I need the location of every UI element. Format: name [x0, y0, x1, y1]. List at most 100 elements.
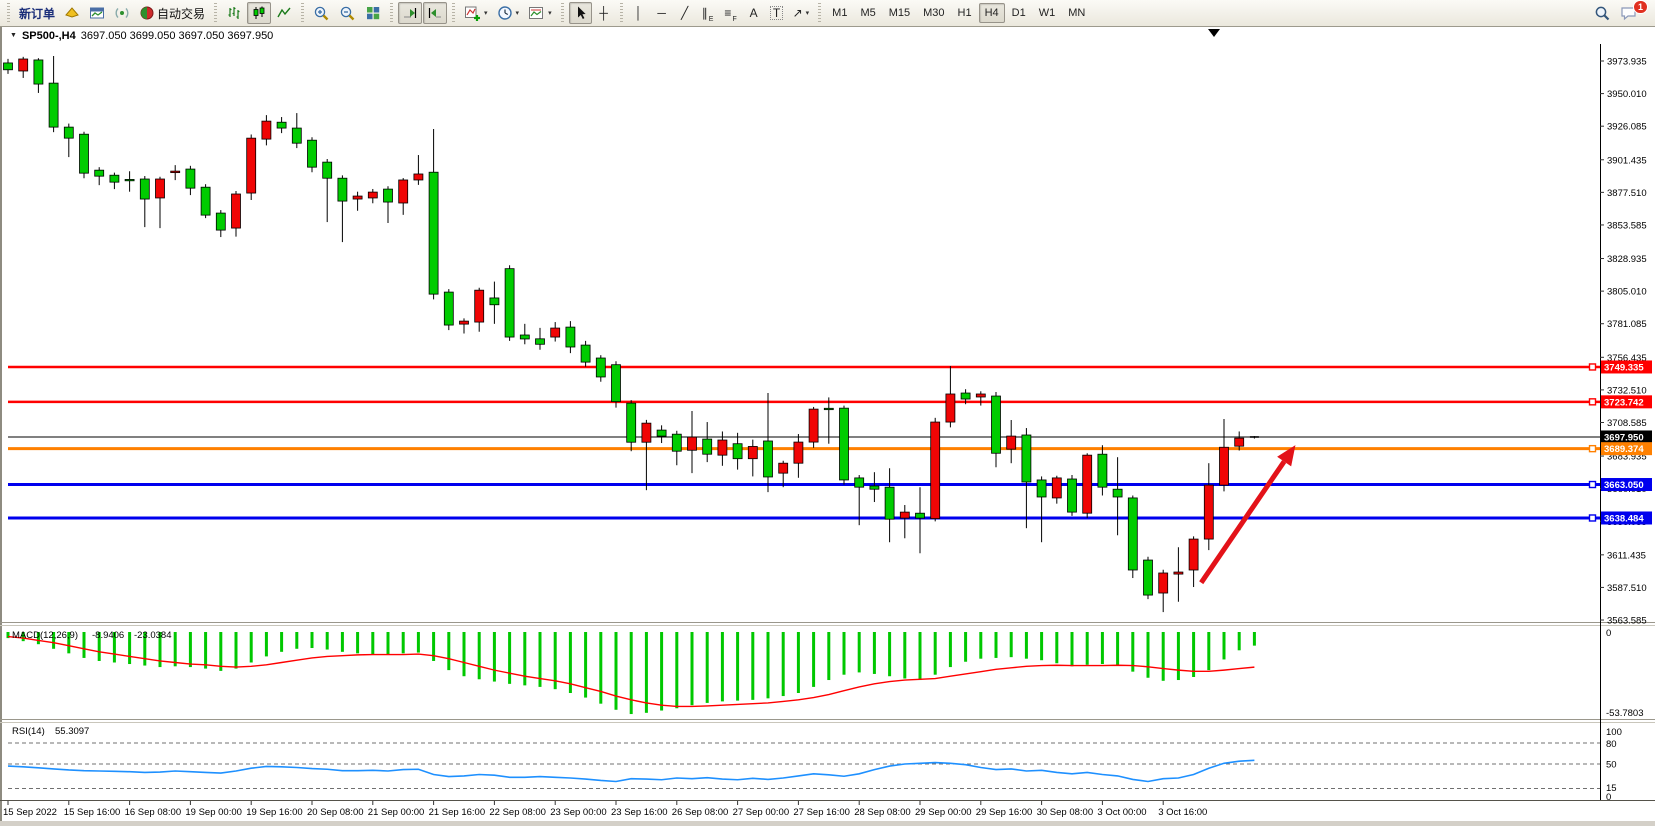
vertical-line-tool-button[interactable]: │ [628, 2, 650, 24]
svg-text:15 Sep 16:00: 15 Sep 16:00 [64, 807, 121, 818]
ohlc-close: 3697.950 [227, 30, 273, 42]
autoscroll-button[interactable] [398, 2, 422, 24]
crosshair-tool-button[interactable]: ┼ [593, 2, 615, 24]
zoom-in-icon [313, 5, 330, 22]
chart-canvas[interactable]: MACD(12,26,9)-8.9406-23.03840-53.7803RSI… [0, 0, 1655, 826]
svg-text:3587.510: 3587.510 [1607, 583, 1647, 594]
timeframe-MN[interactable]: MN [1062, 3, 1091, 23]
candlestick-chart-button[interactable] [247, 2, 271, 24]
timeframe-M30[interactable]: M30 [917, 3, 950, 23]
trendline-tool-button[interactable]: ╱ [674, 2, 696, 24]
notifications-button[interactable]: 1 [1616, 2, 1652, 24]
chart-shift-icon [427, 5, 443, 21]
svg-text:29 Sep 00:00: 29 Sep 00:00 [915, 807, 972, 818]
toolbar-grip [7, 3, 10, 23]
trendline-icon: ╱ [681, 7, 688, 19]
timeframe-D1[interactable]: D1 [1006, 3, 1032, 23]
svg-text:29 Sep 16:00: 29 Sep 16:00 [976, 807, 1033, 818]
svg-text:23 Sep 16:00: 23 Sep 16:00 [611, 807, 668, 818]
add-indicator-button[interactable]: ▾ [460, 2, 492, 24]
fibonacci-tool-button[interactable]: ≡ F [720, 2, 742, 24]
svg-text:80: 80 [1606, 739, 1617, 750]
tile-windows-icon [365, 5, 381, 21]
cursor-tool-button[interactable] [569, 2, 592, 24]
collapse-icon[interactable]: ▼ [10, 32, 17, 39]
time-axis[interactable]: 15 Sep 202215 Sep 16:0016 Sep 08:0019 Se… [3, 801, 1207, 818]
svg-text:55.3097: 55.3097 [55, 726, 89, 737]
svg-text:MACD(12,26,9): MACD(12,26,9) [12, 630, 78, 641]
svg-text:0: 0 [1606, 628, 1611, 639]
horizontal-lines[interactable] [8, 364, 1600, 521]
chart-title-bar: ▼ SP500-,H4 3697.050 3699.050 3697.050 3… [2, 28, 1653, 43]
timeframe-H1[interactable]: H1 [952, 3, 978, 23]
timeframe-M15[interactable]: M15 [883, 3, 916, 23]
arrows-tool-icon: ↗ [793, 7, 803, 19]
template-button[interactable]: ▾ [524, 2, 556, 24]
zoom-in-button[interactable] [309, 2, 334, 24]
arrows-tool-button[interactable]: ↗ ▾ [789, 2, 814, 24]
timeframe-W1[interactable]: W1 [1033, 3, 1062, 23]
price-axis[interactable]: 3973.9353950.0103926.0853901.4353877.510… [1600, 57, 1652, 627]
svg-text:50: 50 [1606, 760, 1617, 771]
dropdown-caret: ▾ [548, 9, 552, 17]
svg-text:RSI(14): RSI(14) [12, 726, 45, 737]
candlestick-icon [251, 5, 267, 21]
svg-text:19 Sep 00:00: 19 Sep 00:00 [185, 807, 242, 818]
trend-arrow[interactable] [1201, 445, 1295, 583]
text-tool-button[interactable]: A [743, 2, 765, 24]
period-button[interactable]: ▾ [493, 2, 524, 24]
timeframe-M5[interactable]: M5 [854, 3, 881, 23]
fibonacci-icon-sub: F [732, 16, 736, 23]
chart-shift-button[interactable] [423, 2, 447, 24]
svg-text:23 Sep 00:00: 23 Sep 00:00 [550, 807, 607, 818]
new-order-button[interactable]: 新订单 [15, 2, 59, 24]
svg-text:20 Sep 08:00: 20 Sep 08:00 [307, 807, 364, 818]
autoscroll-icon [402, 5, 418, 21]
svg-text:3 Oct 00:00: 3 Oct 00:00 [1097, 807, 1146, 818]
symbol-label: SP500-,H4 [22, 30, 76, 42]
auto-trading-button[interactable]: 自动交易 [135, 2, 209, 24]
line-chart-icon [276, 5, 292, 21]
crosshair-icon: ┼ [599, 7, 608, 19]
toolbar-grip [452, 3, 455, 23]
horizontal-line-tool-button[interactable]: ─ [651, 2, 673, 24]
svg-text:3901.435: 3901.435 [1607, 155, 1647, 166]
fibonacci-icon: ≡ [724, 7, 731, 19]
window-chart-button[interactable] [85, 2, 109, 24]
svg-text:0: 0 [1606, 792, 1611, 803]
svg-text:3853.585: 3853.585 [1607, 220, 1647, 231]
bar-chart-button[interactable] [222, 2, 246, 24]
broadcast-button[interactable] [110, 2, 134, 24]
broadcast-icon [114, 5, 130, 21]
dropdown-caret: ▾ [484, 9, 488, 17]
chart-doc-icon [64, 5, 80, 21]
svg-text:3611.435: 3611.435 [1607, 550, 1646, 561]
tile-windows-button[interactable] [361, 2, 385, 24]
text-label-tool-button[interactable]: T [766, 2, 788, 24]
svg-text:27 Sep 16:00: 27 Sep 16:00 [793, 807, 850, 818]
toolbar-grip [818, 3, 821, 23]
vertical-line-icon: │ [635, 7, 643, 19]
svg-text:3563.585: 3563.585 [1607, 616, 1647, 627]
svg-text:3950.010: 3950.010 [1607, 89, 1647, 100]
add-indicator-icon [464, 5, 481, 22]
channel-tool-button[interactable]: ∥ E [697, 2, 719, 24]
timeframe-H4[interactable]: H4 [979, 3, 1005, 23]
dropdown-caret: ▾ [806, 9, 810, 17]
chart-doc-button[interactable] [60, 2, 84, 24]
svg-text:27 Sep 00:00: 27 Sep 00:00 [733, 807, 790, 818]
svg-text:3732.510: 3732.510 [1607, 385, 1647, 396]
search-button[interactable] [1590, 2, 1615, 24]
svg-text:3877.510: 3877.510 [1607, 188, 1647, 199]
line-chart-button[interactable] [272, 2, 296, 24]
svg-text:21 Sep 16:00: 21 Sep 16:00 [429, 807, 486, 818]
svg-text:3 Oct 16:00: 3 Oct 16:00 [1158, 807, 1207, 818]
svg-text:3663.050: 3663.050 [1604, 480, 1644, 491]
chart-shift-marker[interactable] [1208, 29, 1220, 37]
toolbar-grip [214, 3, 217, 23]
zoom-out-button[interactable] [335, 2, 360, 24]
channel-icon-sub: E [709, 16, 714, 23]
notification-badge: 1 [1633, 0, 1648, 14]
main-toolbar: 新订单 自动交易 ▾ ▾ [0, 0, 1655, 27]
timeframe-M1[interactable]: M1 [826, 3, 853, 23]
